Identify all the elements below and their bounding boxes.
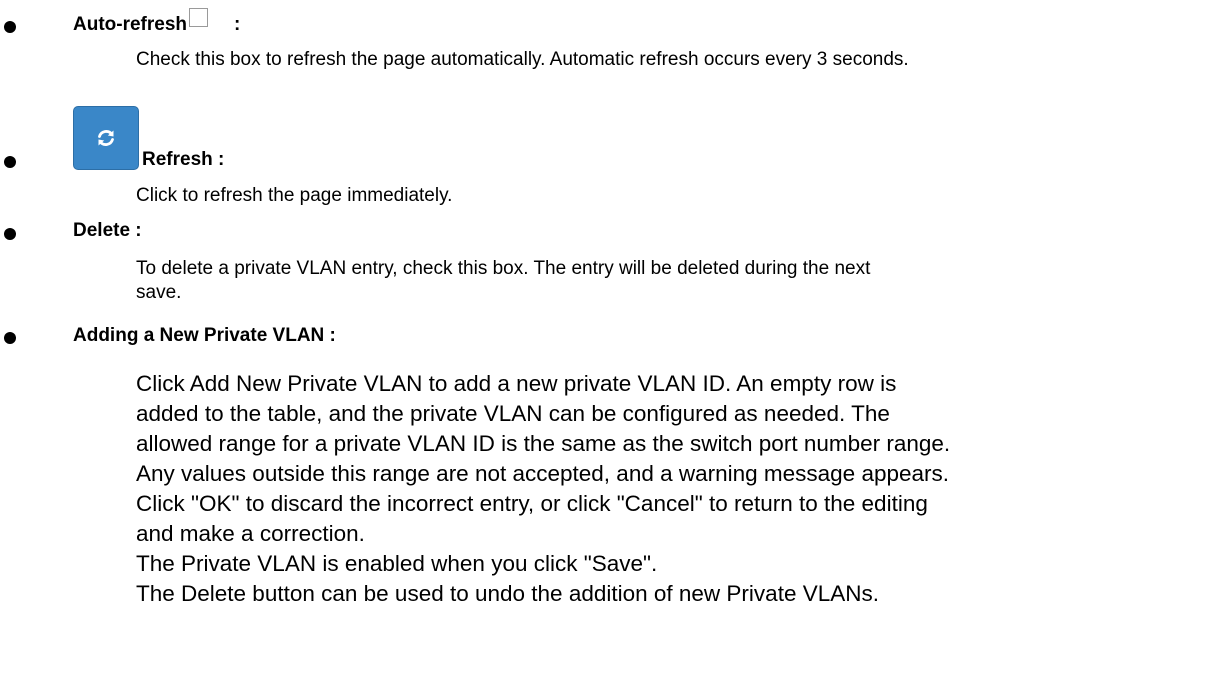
bullet: [4, 156, 16, 168]
add-pvlan-description-line: and make a correction.: [136, 521, 365, 546]
auto-refresh-description: Check this box to refresh the page autom…: [136, 49, 909, 70]
delete-description-line: save.: [136, 282, 182, 303]
refresh-description: Click to refresh the page immediately.: [136, 185, 453, 206]
auto-refresh-colon: :: [234, 14, 241, 35]
refresh-button[interactable]: [73, 106, 139, 170]
add-pvlan-description-line: The Delete button can be used to undo th…: [136, 581, 879, 606]
add-pvlan-description-line: Click "OK" to discard the incorrect entr…: [136, 491, 928, 516]
refresh-heading: Refresh :: [142, 149, 225, 170]
delete-heading: Delete :: [73, 220, 142, 241]
refresh-icon: [98, 130, 114, 146]
add-pvlan-heading: Adding a New Private VLAN :: [73, 325, 336, 346]
auto-refresh-checkbox[interactable]: [189, 8, 209, 27]
bullet: [4, 21, 16, 33]
bullet: [4, 228, 16, 240]
auto-refresh-label: Auto-refresh: [73, 14, 188, 35]
add-pvlan-description-line: Any values outside this range are not ac…: [136, 461, 950, 486]
add-pvlan-description-line: Click Add New Private VLAN to add a new …: [136, 371, 897, 396]
delete-description-line: To delete a private VLAN entry, check th…: [136, 258, 871, 279]
bullet: [4, 332, 16, 344]
add-pvlan-description-line: allowed range for a private VLAN ID is t…: [136, 431, 951, 456]
add-pvlan-description-line: added to the table, and the private VLAN…: [136, 401, 890, 426]
add-pvlan-description-line: The Private VLAN is enabled when you cli…: [136, 551, 658, 576]
auto-refresh-heading: Auto-refresh:: [73, 8, 241, 36]
